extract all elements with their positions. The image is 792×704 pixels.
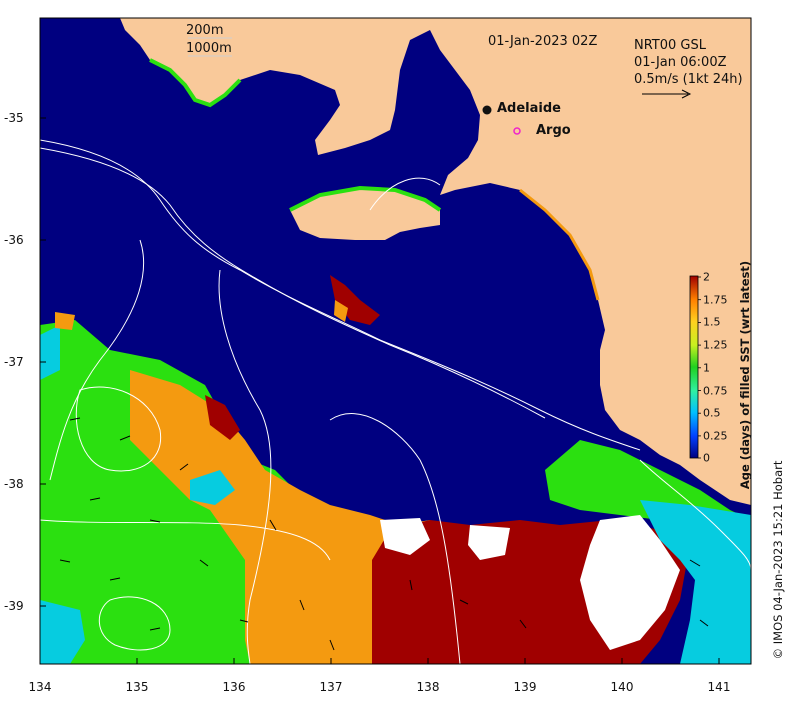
colorbar-tick-label: 1.25 (703, 338, 728, 352)
map-field (40, 18, 751, 664)
x-tick-label: 141 (707, 680, 731, 694)
contour-label-1000m: 1000m (186, 41, 232, 56)
colorbar-tick-label: 0.25 (703, 429, 728, 443)
colorbar-tick-label: 2 (703, 270, 710, 284)
y-tick-label: -39 (4, 599, 24, 613)
colorbar-tick-label: 1.5 (703, 315, 721, 329)
contour-label-200m: 200m (186, 23, 224, 38)
colorbar (689, 275, 699, 459)
valid-time: 01-Jan 06:00Z (634, 55, 727, 70)
sst-age-map: 01-Jan-2023 02Z NRT00 GSL 01-Jan 06:00Z … (0, 0, 792, 700)
product-name: NRT00 GSL (634, 38, 706, 53)
y-tick-label: -35 (4, 111, 24, 125)
argo-label: Argo (536, 123, 571, 138)
colorbar-tick-label: 0.5 (703, 406, 721, 420)
adelaide-marker (482, 105, 492, 115)
y-tick-label: -38 (4, 477, 24, 491)
x-tick-label: 138 (416, 680, 440, 694)
y-tick-label: -37 (4, 355, 24, 369)
map-svg (39, 17, 752, 665)
x-tick-label: 137 (319, 680, 343, 694)
colorbar-tick-label: 0.75 (703, 384, 728, 397)
adelaide-label: Adelaide (497, 101, 561, 116)
colorbar-title: Age (days) of filled SST (wrt latest) (738, 260, 752, 490)
x-tick-label: 135 (125, 680, 149, 694)
y-tick-label: -36 (4, 233, 24, 247)
credit-text: © IMOS 04-Jan-2023 15:21 Hobart (771, 460, 785, 660)
x-tick-label: 140 (610, 680, 634, 694)
colorbar-tick-label: 1.75 (703, 293, 728, 307)
x-tick-label: 139 (513, 680, 537, 694)
map-date: 01-Jan-2023 02Z (488, 34, 598, 49)
colorbar-tick-label: 0 (703, 451, 710, 465)
x-tick-label: 136 (222, 680, 246, 694)
sst-age-1-5-speck (55, 312, 75, 330)
x-tick-label: 134 (28, 680, 52, 694)
scale-vector-label: 0.5m/s (1kt 24h) (634, 72, 743, 87)
colorbar-tick-label: 1 (703, 361, 710, 375)
